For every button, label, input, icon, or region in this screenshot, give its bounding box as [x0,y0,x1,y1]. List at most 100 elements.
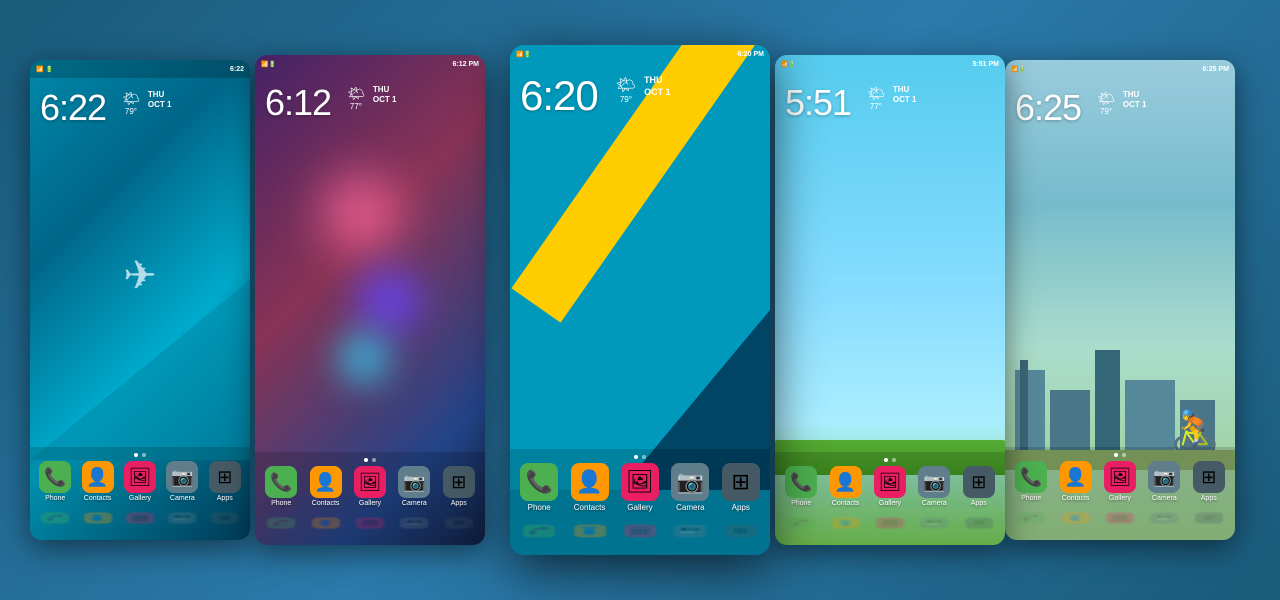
phone-1-gallery-icon: 🖼 [124,461,156,493]
phone-5-status-bar: 📶🔋 6:25 PM [1005,60,1235,78]
phone-3-weather: 🌤 79° [616,75,636,104]
phone-4-date-weather: 5:51 🌤 77° THUOCT 1 [785,85,995,121]
phone-5-app-camera[interactable]: 📷 Camera [1148,461,1180,502]
phone-5-contacts-icon: 👤 [1060,461,1092,493]
phone-4-status-icons: 📶🔋 [781,61,796,68]
phone-3-app-camera[interactable]: 📷 Camera [671,463,709,512]
phone-2-app-camera[interactable]: 📷 Camera [398,466,430,507]
phone-1-phone-icon: 📞 [39,461,71,493]
phone-3-contacts-label: Contacts [574,503,606,512]
phone-1-camera-label: Camera [170,495,195,502]
phone-5-date-weather: 6:25 🌤 79° THUOCT 1 [1015,90,1225,126]
phone-4-dock-reflection: 📞 👤 🖼 📷 ⊞ [779,517,1001,528]
phone-1-app-phone[interactable]: 📞 Phone [39,461,71,502]
phone-4-dock-row: 📞 Phone 👤 Contacts 🖼 Gallery 📷 Camera [779,466,1001,507]
phone-2-status-time: 6:12 PM [453,61,479,68]
phone-1-contacts-label: Contacts [84,495,112,502]
phone-3-app-contacts[interactable]: 👤 Contacts [571,463,609,512]
phone-4-dots [779,458,1001,462]
phone-2-status-bar: 📶🔋 6:12 PM [255,55,485,73]
phone-2-dock-row: 📞 Phone 👤 Contacts 🖼 Gallery 📷 Camera [259,466,481,507]
phone-5-app-contacts[interactable]: 👤 Contacts [1060,461,1092,502]
phone-3-phone-icon: 📞 [520,463,558,501]
phone-4-date: THUOCT 1 [893,85,917,106]
phone-3-dock-row: 📞 Phone 👤 Contacts 🖼 Gallery 📷 Camera [514,463,766,512]
phone-2-weather: 🌤 77° [347,85,365,111]
phone-5-app-apps[interactable]: ⊞ Apps [1193,461,1225,502]
phone-1-weather: 🌤 79° [122,90,140,116]
phone-4-gallery-icon: 🖼 [874,466,906,498]
phone-1-dock-reflection: 📞 👤 🖼 📷 ⊞ [34,512,246,523]
phone-2-app-apps[interactable]: ⊞ Apps [443,466,475,507]
phone-5-temp: 79° [1100,107,1112,116]
phone-1-status-time: 6:22 [230,66,244,73]
phone-1-app-gallery[interactable]: 🖼 Gallery [124,461,156,502]
phone-4-app-contacts[interactable]: 👤 Contacts [830,466,862,507]
phone-5-time: 6:25 [1015,90,1081,126]
phone-2-date: THUOCT 1 [373,85,397,106]
phone-4-apps-label: Apps [971,500,987,507]
phone-2-app-gallery[interactable]: 🖼 Gallery [354,466,386,507]
phone-3-status-time: 6:20 PM [738,51,764,58]
phone-3-temp: 79° [620,95,632,104]
phone-3-status-bar: 📶🔋 6:20 PM [510,45,770,63]
phone-5-app-gallery[interactable]: 🖼 Gallery [1104,461,1136,502]
phone-1-apps-label: Apps [217,495,233,502]
phone-2-dock: 📞 Phone 👤 Contacts 🖼 Gallery 📷 Camera [255,452,485,545]
phone-4-contacts-label: Contacts [832,500,860,507]
phone-2-gallery-label: Gallery [359,500,381,507]
phone-3-app-phone[interactable]: 📞 Phone [520,463,558,512]
phone-2-status-icons: 📶🔋 [261,61,276,68]
phone-4-app-apps[interactable]: ⊞ Apps [963,466,995,507]
phone-1-gallery-label: Gallery [129,495,151,502]
phone-2-temp: 77° [350,102,362,111]
phone-3-app-apps[interactable]: ⊞ Apps [722,463,760,512]
phone-1-status-icons: 📶🔋 [36,66,53,73]
phone-4-apps-icon: ⊞ [963,466,995,498]
phone-1-clock-area: 6:22 🌤 79° THUOCT 1 [30,78,250,130]
phone-2-apps-icon: ⊞ [443,466,475,498]
phone-2-dots [259,458,481,462]
phone-4: 📶🔋 5:51 PM 5:51 🌤 77° THUOCT 1 [775,55,1005,545]
phone-5-dots [1009,453,1231,457]
phone-3-app-gallery[interactable]: 🖼 Gallery [621,463,659,512]
phone-4-dock: 📞 Phone 👤 Contacts 🖼 Gallery 📷 Camera [775,452,1005,545]
phone-4-phone-label: Phone [791,500,811,507]
phone-3-dots [514,455,766,459]
phone-2-contacts-icon: 👤 [310,466,342,498]
phone-5-status-icons: 📶🔋 [1011,66,1026,73]
phone-5-gallery-label: Gallery [1109,495,1131,502]
phone-4-app-phone[interactable]: 📞 Phone [785,466,817,507]
phone-4-app-camera[interactable]: 📷 Camera [918,466,950,507]
phone-1: 📶🔋 6:22 6:22 🌤 79° THUOCT 1 [30,60,250,540]
phone-3-date-weather: 6:20 🌤 79° THUOCT 1 [520,75,760,117]
phone-5-gallery-icon: 🖼 [1104,461,1136,493]
phone-1-date: THUOCT 1 [148,90,172,111]
phone-5-apps-icon: ⊞ [1193,461,1225,493]
phone-5-apps-label: Apps [1201,495,1217,502]
phone-4-app-gallery[interactable]: 🖼 Gallery [874,466,906,507]
phone-5-camera-label: Camera [1152,495,1177,502]
phone-2-time: 6:12 [265,85,331,121]
phone-3-gallery-label: Gallery [627,503,652,512]
phone-5-weather: 🌤 79° [1097,90,1115,116]
phone-1-app-camera[interactable]: 📷 Camera [166,461,198,502]
phone-2: 📶🔋 6:12 PM 6:12 🌤 77° THUOCT 1 [255,55,485,545]
phone-1-app-contacts[interactable]: 👤 Contacts [82,461,114,502]
phone-3: 📶🔋 6:20 PM 6:20 🌤 79° THUOCT 1 [510,45,770,555]
phones-container: 📶🔋 6:22 6:22 🌤 79° THUOCT 1 [0,0,1280,600]
phone-3-clock-area: 6:20 🌤 79° THUOCT 1 [510,63,770,121]
phone-1-app-apps[interactable]: ⊞ Apps [209,461,241,502]
phone-3-contacts-icon: 👤 [571,463,609,501]
phone-2-dock-reflection: 📞 👤 🖼 📷 ⊞ [259,517,481,528]
phone-1-time: 6:22 [40,90,106,126]
phone-4-phone-icon: 📞 [785,466,817,498]
phone-4-time: 5:51 [785,85,851,121]
phone-2-app-contacts[interactable]: 👤 Contacts [310,466,342,507]
phone-3-phone-label: Phone [528,503,551,512]
phone-1-temp: 79° [125,107,137,116]
phone-2-gallery-icon: 🖼 [354,466,386,498]
phone-2-app-phone[interactable]: 📞 Phone [265,466,297,507]
phone-5-dock-reflection: 📞 👤 🖼 📷 ⊞ [1009,512,1231,523]
phone-5-app-phone[interactable]: 📞 Phone [1015,461,1047,502]
